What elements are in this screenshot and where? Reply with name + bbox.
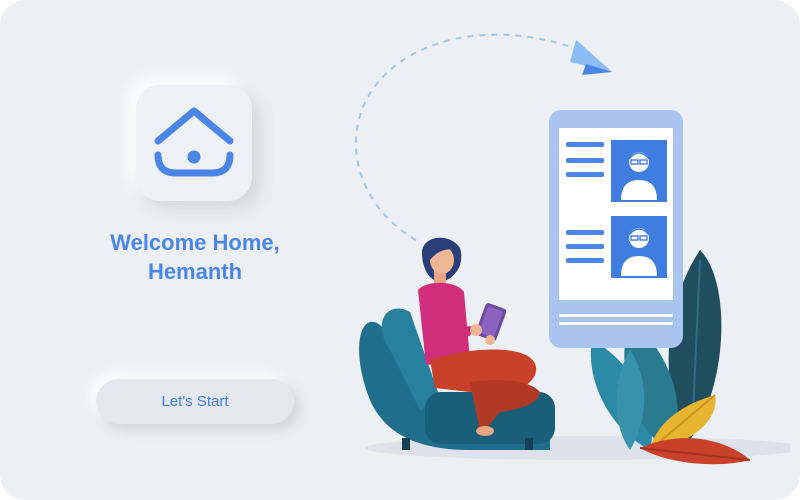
- home-icon: [154, 107, 234, 177]
- lets-start-button[interactable]: Let's Start: [96, 379, 294, 424]
- welcome-screen: Welcome Home, Hemanth Let's Start: [0, 0, 800, 500]
- user-avatar-icon: [611, 216, 667, 278]
- paper-plane-icon: [570, 40, 612, 75]
- welcome-user-name: Hemanth: [147, 259, 243, 284]
- phone-illustration: [549, 110, 683, 348]
- user-avatar-icon: [611, 140, 667, 202]
- reading-woman-illustration: [355, 33, 790, 465]
- app-logo: [136, 85, 252, 201]
- welcome-title: Welcome Home, Hemanth: [60, 228, 330, 286]
- welcome-line-1: Welcome Home,: [110, 230, 280, 255]
